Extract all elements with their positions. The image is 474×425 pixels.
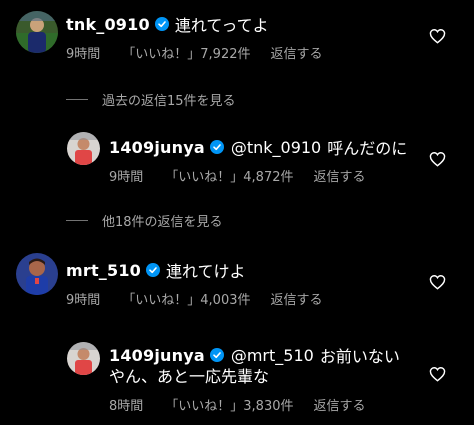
reply-button[interactable]: 返信する (314, 166, 366, 185)
avatar-mrt[interactable] (16, 253, 58, 295)
verified-badge-icon (154, 17, 169, 31)
reply-text-continued: やん、あと一応先輩な (109, 367, 270, 386)
reply-line: 1409junya @tnk_0910 呼んだのに (109, 135, 407, 159)
view-replies-label: 他18件の返信を見る (102, 215, 223, 230)
heart-icon[interactable] (429, 151, 446, 167)
heart-icon[interactable] (429, 274, 446, 290)
reply-button[interactable]: 返信する (271, 43, 323, 62)
reply-text: 呼んだのに (327, 139, 408, 158)
heart-icon[interactable] (429, 28, 446, 44)
reply-text: お前いない (319, 347, 400, 366)
comment-time: 9時間 (66, 47, 101, 62)
reply-time: 9時間 (109, 170, 144, 185)
view-replies-label: 過去の返信15件を見る (102, 94, 236, 109)
reply-mention[interactable]: @tnk_0910 (231, 138, 321, 157)
reply-meta: 8時間 「いいね！」3,830件 返信する (109, 395, 366, 414)
comment-line: mrt_510 連れてけよ (66, 258, 246, 282)
divider (66, 99, 88, 100)
view-more-replies[interactable]: 他18件の返信を見る (66, 211, 223, 230)
comment-username[interactable]: mrt_510 (66, 261, 141, 280)
reply-mention[interactable]: @mrt_510 (231, 346, 314, 365)
reply-username[interactable]: 1409junya (109, 138, 205, 157)
comment-likes[interactable]: 「いいね！」4,003件 (122, 289, 250, 308)
heart-icon[interactable] (429, 366, 446, 382)
comment-meta: 9時間 「いいね！」4,003件 返信する (66, 289, 323, 308)
verified-badge-icon (146, 263, 161, 277)
avatar-1409junya[interactable] (67, 132, 100, 165)
comment-meta: 9時間 「いいね！」7,922件 返信する (66, 43, 323, 62)
view-previous-replies[interactable]: 過去の返信15件を見る (66, 90, 236, 109)
reply-button[interactable]: 返信する (314, 395, 366, 414)
reply-username[interactable]: 1409junya (109, 346, 205, 365)
comment-username[interactable]: tnk_0910 (66, 15, 150, 34)
comment-line: tnk_0910 連れてってよ (66, 12, 269, 36)
avatar-tnk[interactable] (16, 11, 58, 53)
comment-time: 9時間 (66, 293, 101, 308)
comment-text: 連れてけよ (166, 262, 246, 281)
avatar-1409junya[interactable] (67, 342, 100, 375)
reply-likes[interactable]: 「いいね！」3,830件 (165, 395, 293, 414)
verified-badge-icon (209, 348, 224, 362)
reply-meta: 9時間 「いいね！」4,872件 返信する (109, 166, 366, 185)
reply-time: 8時間 (109, 399, 144, 414)
comment-text: 連れてってよ (174, 16, 269, 35)
comment-likes[interactable]: 「いいね！」7,922件 (122, 43, 250, 62)
verified-badge-icon (209, 140, 224, 154)
divider (66, 220, 88, 221)
reply-button[interactable]: 返信する (271, 289, 323, 308)
reply-likes[interactable]: 「いいね！」4,872件 (165, 166, 293, 185)
